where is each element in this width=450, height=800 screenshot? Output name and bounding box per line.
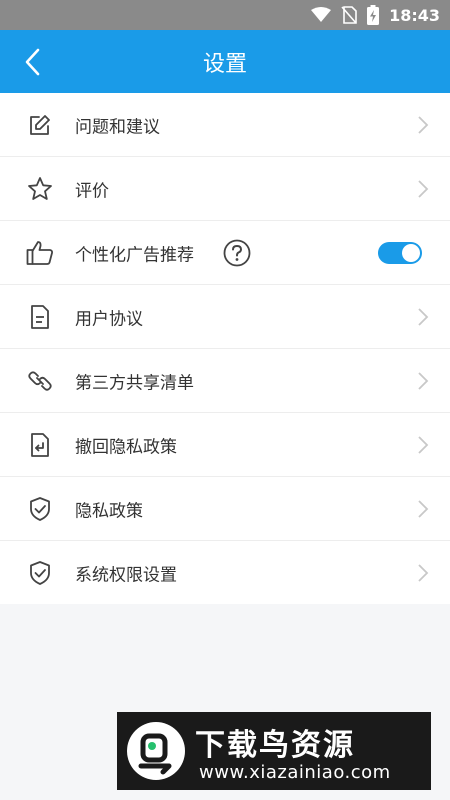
- settings-item-label: 第三方共享清单: [75, 373, 194, 393]
- settings-item-label: 隐私政策: [75, 501, 143, 521]
- chevron-right-icon: [418, 179, 429, 198]
- chevron-right-icon: [418, 563, 429, 582]
- link-icon: [26, 367, 54, 395]
- status-bar: 18:43: [0, 0, 450, 30]
- shield-check-icon: [26, 559, 54, 587]
- no-sim-icon: [341, 6, 357, 24]
- back-arrow-icon: [25, 48, 40, 76]
- settings-item-user-agreement[interactable]: 用户协议: [0, 285, 450, 349]
- settings-item-feedback[interactable]: 问题和建议: [0, 93, 450, 157]
- settings-item-label: 用户协议: [75, 309, 143, 329]
- star-icon: [26, 175, 54, 203]
- settings-item-rate[interactable]: 评价: [0, 157, 450, 221]
- watermark-title: 下载鸟资源: [195, 728, 355, 763]
- chevron-right-icon: [418, 435, 429, 454]
- shield-check-icon: [26, 495, 54, 523]
- thumbs-up-icon: [26, 239, 54, 267]
- status-time: 18:43: [389, 5, 440, 25]
- revoke-icon: [26, 431, 54, 459]
- chevron-right-icon: [418, 371, 429, 390]
- settings-item-revoke-privacy[interactable]: 撤回隐私政策: [0, 413, 450, 477]
- edit-icon: [26, 111, 54, 139]
- settings-item-privacy-policy[interactable]: 隐私政策: [0, 477, 450, 541]
- wifi-icon: [311, 7, 332, 23]
- app-bar: 设置: [0, 30, 450, 93]
- status-icons: 18:43: [311, 0, 440, 30]
- settings-item-label: 问题和建议: [75, 117, 160, 137]
- personalized-ads-toggle[interactable]: [378, 241, 422, 264]
- settings-item-system-permissions[interactable]: 系统权限设置: [0, 541, 450, 604]
- chevron-right-icon: [418, 499, 429, 518]
- chevron-right-icon: [418, 307, 429, 326]
- chevron-right-icon: [418, 115, 429, 134]
- page-title: 设置: [202, 51, 247, 77]
- bird-logo-icon: [127, 722, 185, 780]
- document-icon: [26, 303, 54, 331]
- settings-item-label: 系统权限设置: [75, 565, 177, 585]
- settings-item-label: 个性化广告推荐: [75, 245, 194, 265]
- settings-item-personalized-ads: 个性化广告推荐: [0, 221, 450, 285]
- battery-charging-icon: [367, 5, 380, 25]
- settings-list: 问题和建议 评价 个性化广告推荐 用户协议 第三方共享清单 撤回隐私政策 隐私政…: [0, 93, 450, 604]
- settings-item-label: 撤回隐私政策: [75, 437, 177, 457]
- watermark-banner: 下载鸟资源 www.xiazainiao.com: [117, 712, 431, 790]
- settings-item-third-party-sharing[interactable]: 第三方共享清单: [0, 349, 450, 413]
- watermark-url: www.xiazainiao.com: [199, 762, 391, 783]
- toggle-knob: [402, 243, 420, 262]
- back-button[interactable]: [24, 46, 64, 78]
- help-icon[interactable]: [222, 238, 252, 268]
- settings-item-label: 评价: [75, 181, 109, 201]
